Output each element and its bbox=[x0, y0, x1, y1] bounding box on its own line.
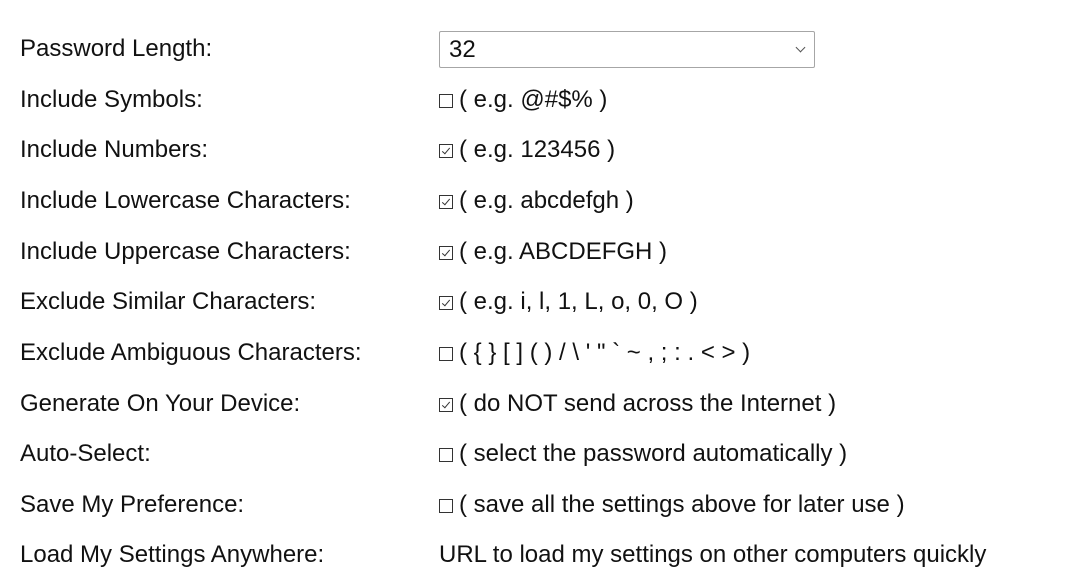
generate-on-device-option: ( do NOT send across the Internet ) bbox=[439, 384, 836, 424]
exclude-similar-row: Exclude Similar Characters: ( e.g. i, l,… bbox=[0, 282, 1070, 322]
include-numbers-row: Include Numbers: ( e.g. 123456 ) bbox=[0, 130, 1070, 170]
generate-on-device-checkbox[interactable] bbox=[439, 398, 453, 412]
include-symbols-option: ( e.g. @#$% ) bbox=[439, 80, 607, 120]
password-length-label: Password Length: bbox=[20, 35, 213, 62]
include-uppercase-label: Include Uppercase Characters: bbox=[20, 238, 351, 265]
load-settings-url[interactable]: URL to load my settings on other compute… bbox=[439, 535, 986, 575]
auto-select-checkbox[interactable] bbox=[439, 448, 453, 462]
include-lowercase-row: Include Lowercase Characters: ( e.g. abc… bbox=[0, 181, 1070, 221]
include-uppercase-row: Include Uppercase Characters: ( e.g. ABC… bbox=[0, 232, 1070, 272]
auto-select-option: ( select the password automatically ) bbox=[439, 434, 847, 474]
generate-on-device-label: Generate On Your Device: bbox=[20, 390, 301, 417]
exclude-similar-hint: ( e.g. i, l, 1, L, o, 0, O ) bbox=[459, 288, 698, 315]
include-uppercase-checkbox[interactable] bbox=[439, 246, 453, 260]
include-uppercase-option: ( e.g. ABCDEFGH ) bbox=[439, 232, 667, 272]
exclude-similar-label: Exclude Similar Characters: bbox=[20, 288, 317, 315]
include-numbers-option: ( e.g. 123456 ) bbox=[439, 130, 615, 170]
save-preference-label: Save My Preference: bbox=[20, 491, 245, 518]
include-lowercase-option: ( e.g. abcdefgh ) bbox=[439, 181, 634, 221]
load-settings-row: Load My Settings Anywhere: URL to load m… bbox=[0, 535, 1070, 575]
chevron-down-icon bbox=[795, 42, 806, 53]
include-lowercase-hint: ( e.g. abcdefgh ) bbox=[459, 187, 634, 214]
save-preference-row: Save My Preference: ( save all the setti… bbox=[0, 485, 1070, 525]
auto-select-label: Auto-Select: bbox=[20, 440, 151, 467]
include-lowercase-label: Include Lowercase Characters: bbox=[20, 187, 351, 214]
auto-select-row: Auto-Select: ( select the password autom… bbox=[0, 434, 1070, 474]
exclude-ambiguous-row: Exclude Ambiguous Characters: ( { } [ ] … bbox=[0, 333, 1070, 373]
generate-on-device-hint: ( do NOT send across the Internet ) bbox=[459, 390, 837, 417]
include-uppercase-hint: ( e.g. ABCDEFGH ) bbox=[459, 238, 668, 265]
exclude-ambiguous-label: Exclude Ambiguous Characters: bbox=[20, 339, 362, 366]
load-settings-url-text[interactable]: URL to load my settings on other compute… bbox=[439, 535, 986, 575]
save-preference-checkbox[interactable] bbox=[439, 499, 453, 513]
save-preference-option: ( save all the settings above for later … bbox=[439, 485, 905, 525]
load-settings-label: Load My Settings Anywhere: bbox=[20, 541, 325, 568]
include-symbols-hint: ( e.g. @#$% ) bbox=[459, 86, 608, 113]
generate-on-device-row: Generate On Your Device: ( do NOT send a… bbox=[0, 384, 1070, 424]
include-symbols-checkbox[interactable] bbox=[439, 94, 453, 108]
auto-select-hint: ( select the password automatically ) bbox=[459, 440, 848, 467]
include-symbols-row: Include Symbols: ( e.g. @#$% ) bbox=[0, 80, 1070, 120]
include-numbers-hint: ( e.g. 123456 ) bbox=[459, 136, 616, 163]
exclude-similar-checkbox[interactable] bbox=[439, 296, 453, 310]
include-numbers-label: Include Numbers: bbox=[20, 136, 209, 163]
exclude-ambiguous-checkbox[interactable] bbox=[439, 347, 453, 361]
exclude-ambiguous-option: ( { } [ ] ( ) / \ ' " ` ~ , ; : . < > ) bbox=[439, 333, 750, 373]
include-numbers-checkbox[interactable] bbox=[439, 144, 453, 158]
password-length-value: 32 bbox=[449, 36, 476, 63]
save-preference-hint: ( save all the settings above for later … bbox=[459, 491, 905, 518]
include-lowercase-checkbox[interactable] bbox=[439, 195, 453, 209]
password-length-select[interactable]: 32 bbox=[439, 31, 815, 68]
include-symbols-label: Include Symbols: bbox=[20, 86, 203, 113]
exclude-similar-option: ( e.g. i, l, 1, L, o, 0, O ) bbox=[439, 282, 698, 322]
exclude-ambiguous-hint: ( { } [ ] ( ) / \ ' " ` ~ , ; : . < > ) bbox=[459, 339, 751, 366]
